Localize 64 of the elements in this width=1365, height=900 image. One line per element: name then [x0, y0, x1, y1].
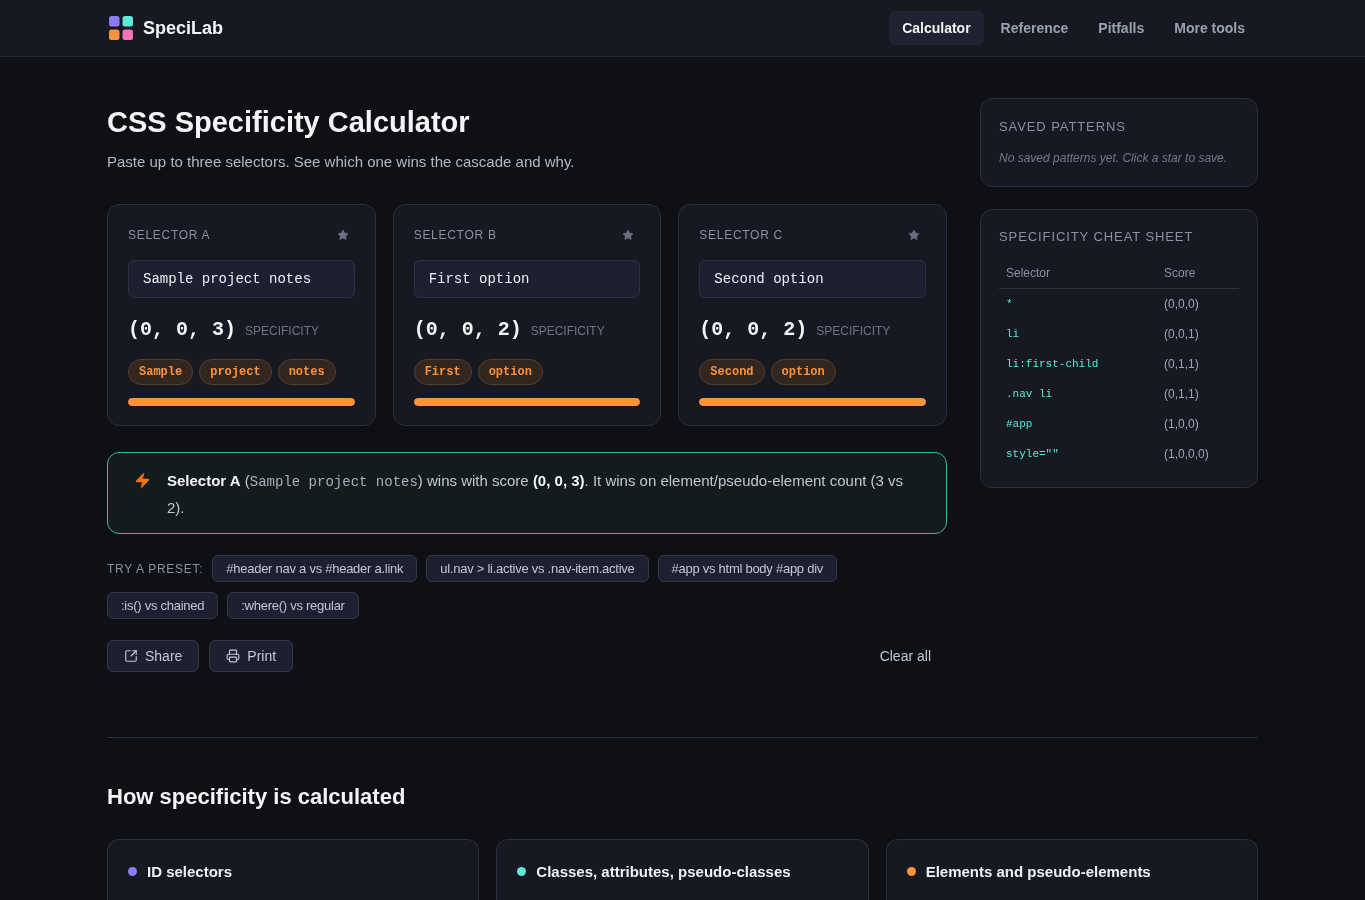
star-icon[interactable] — [622, 229, 635, 241]
score-cell-text: (1,0,0,0) — [1164, 446, 1209, 463]
score-cell-text: (1,0,0) — [1164, 416, 1199, 433]
token-pill: notes — [277, 359, 336, 385]
section-heading: How specificity is calculated — [107, 783, 407, 811]
selector-cell-text: li — [1006, 326, 1020, 342]
score-cell-text: (0,1,1) — [1164, 356, 1199, 373]
score-cell-text: (0,1,1) — [1164, 386, 1199, 403]
selector-label: SELECTOR C — [699, 227, 783, 243]
selector-cell-text: #app — [1006, 416, 1033, 432]
token-pill: Second — [699, 359, 765, 385]
column-header: Score — [1164, 265, 1196, 282]
nav-tab[interactable]: Pitfalls — [1085, 11, 1158, 45]
star-icon[interactable] — [336, 229, 349, 241]
preset-button[interactable]: :is() vs chained — [107, 592, 219, 619]
selector-input[interactable]: First option — [413, 260, 641, 298]
token-pill: project — [199, 359, 272, 385]
score-cell-text: (0,0,0) — [1164, 296, 1199, 313]
selector-input[interactable]: Sample project notes — [128, 260, 355, 298]
preset-label: TRY A PRESET: — [107, 560, 204, 578]
printer-icon — [226, 649, 241, 663]
selector-cell-text: .nav li — [1006, 386, 1053, 402]
card-heading: SAVED PATTERNS — [999, 119, 1127, 135]
specificity-label: SPECIFICITY — [530, 323, 605, 340]
card-title: ID selectors — [147, 862, 233, 882]
star-icon[interactable] — [908, 229, 920, 241]
specificity-label: SPECIFICITY — [816, 323, 891, 340]
preset-button[interactable]: :where() vs regular — [227, 592, 359, 619]
specificity-score: (0, 0, 2) — [699, 317, 808, 343]
nav-tab[interactable]: Reference — [987, 11, 1082, 45]
brand-name: SpeciLab — [143, 16, 224, 40]
score-cell-text: (0,0,1) — [1164, 326, 1199, 343]
nav-tab[interactable]: More tools — [1161, 11, 1258, 45]
card-title: Elements and pseudo-elements — [925, 862, 1151, 882]
selector-label: SELECTOR A — [128, 227, 211, 243]
token-pill: Sample — [128, 359, 194, 385]
clear-all-button[interactable]: Clear all — [879, 645, 931, 667]
specificity-score: (0, 0, 2) — [413, 317, 522, 343]
selector-cell-text: style="" — [1006, 446, 1059, 462]
lightning-icon — [134, 472, 151, 489]
column-header: Selector — [1006, 265, 1051, 282]
preset-button[interactable]: #header nav a vs #header a.link — [212, 555, 418, 582]
token-pill: option — [770, 359, 836, 385]
specificity-label: SPECIFICITY — [245, 323, 320, 340]
print-button[interactable]: Print — [209, 640, 294, 672]
card-heading: SPECIFICITY CHEAT SHEET — [999, 229, 1195, 245]
share-icon — [124, 649, 138, 663]
preset-button[interactable]: ul.nav > li.active vs .nav-item.active — [426, 555, 649, 582]
selector-cell-text: * — [1006, 296, 1013, 312]
page-title: CSS Specificity Calculator — [107, 105, 471, 140]
nav-tab[interactable]: Calculator — [889, 11, 984, 45]
selector-label: SELECTOR B — [413, 227, 497, 243]
token-pill: First — [413, 359, 472, 385]
verdict-text: Selector A (Sample project notes) wins with score (0, 0, 3). It wins on element/pseudo-element count (3 vs 2). — [167, 471, 905, 518]
share-button[interactable]: Share — [107, 640, 200, 672]
specificity-score: (0, 0, 3) — [128, 317, 237, 343]
token-pill: option — [477, 359, 543, 385]
card-title: Classes, attributes, pseudo-classes — [536, 862, 791, 882]
logo-icon — [109, 16, 133, 40]
preset-button[interactable]: #app vs html body #app div — [657, 555, 837, 582]
empty-message: No saved patterns yet. Click a star to save. — [999, 150, 1229, 167]
selector-input[interactable]: Second option — [699, 260, 926, 298]
page-subtitle: Paste up to three selectors. See which one wins the cascade and why. — [107, 152, 576, 172]
selector-cell-text: li:first-child — [1006, 356, 1099, 372]
